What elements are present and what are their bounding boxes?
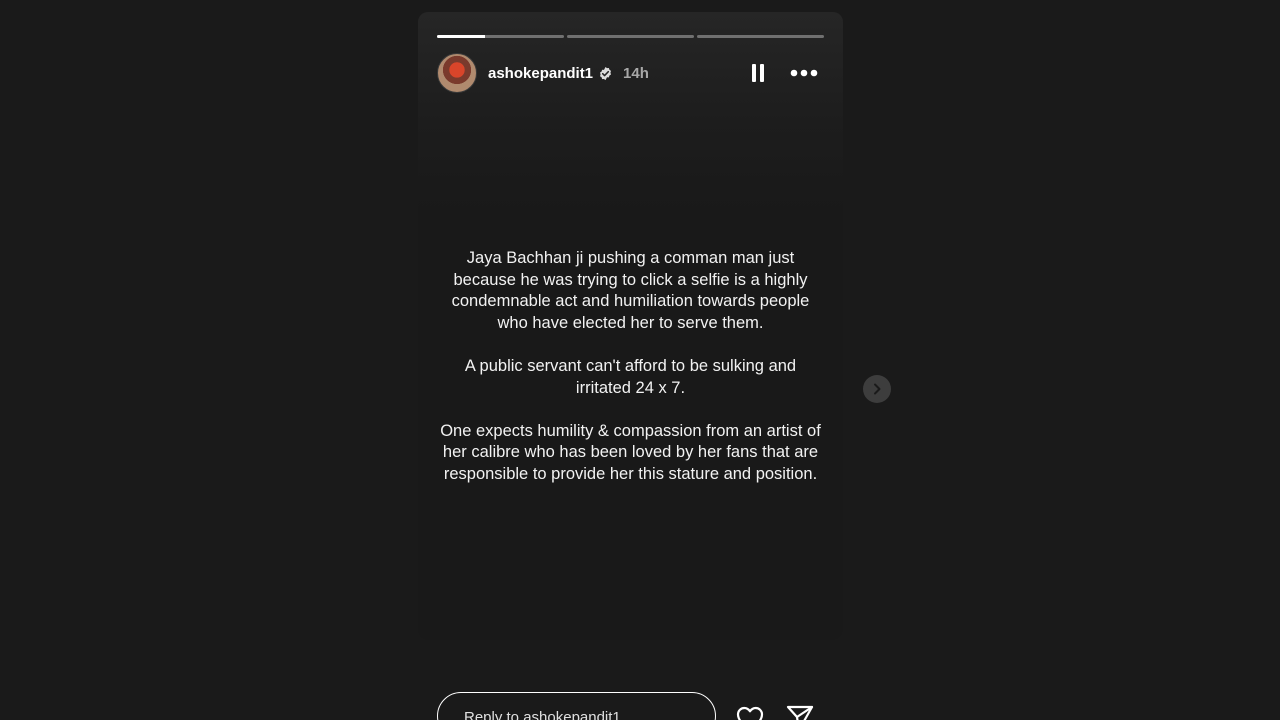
reply-input[interactable]: Reply to ashokepandit1... xyxy=(437,692,716,720)
story-paragraph: Jaya Bachhan ji pushing a comman man jus… xyxy=(451,249,810,332)
username-link[interactable]: ashokepandit1 xyxy=(488,65,593,82)
story-viewer: ashokepandit1 14h Jaya Bachhan ji pushin… xyxy=(0,0,1280,720)
chevron-right-icon xyxy=(874,383,881,395)
progress-segment xyxy=(567,35,694,38)
progress-fill xyxy=(437,35,486,38)
time-ago: 14h xyxy=(623,64,649,82)
send-icon[interactable] xyxy=(786,704,814,720)
avatar[interactable] xyxy=(437,53,477,93)
progress-segment xyxy=(697,35,824,38)
verified-badge-icon xyxy=(600,66,612,80)
story-text: Jaya Bachhan ji pushing a comman man jus… xyxy=(440,248,821,507)
pause-icon xyxy=(752,64,764,82)
story-paragraph: A public servant can't afford to be sulk… xyxy=(464,356,797,397)
more-options-button[interactable] xyxy=(790,61,818,85)
pause-button[interactable] xyxy=(746,61,770,85)
next-story-button[interactable] xyxy=(863,375,891,403)
story-paragraph: One expects humility & compassion from a… xyxy=(440,421,821,483)
progress-segment xyxy=(437,35,564,38)
heart-icon[interactable] xyxy=(735,704,765,720)
story-card[interactable]: ashokepandit1 14h Jaya Bachhan ji pushin… xyxy=(418,12,843,640)
story-progress-bar xyxy=(437,35,824,38)
more-options-icon xyxy=(790,69,818,77)
story-header: ashokepandit1 14h xyxy=(437,53,824,93)
